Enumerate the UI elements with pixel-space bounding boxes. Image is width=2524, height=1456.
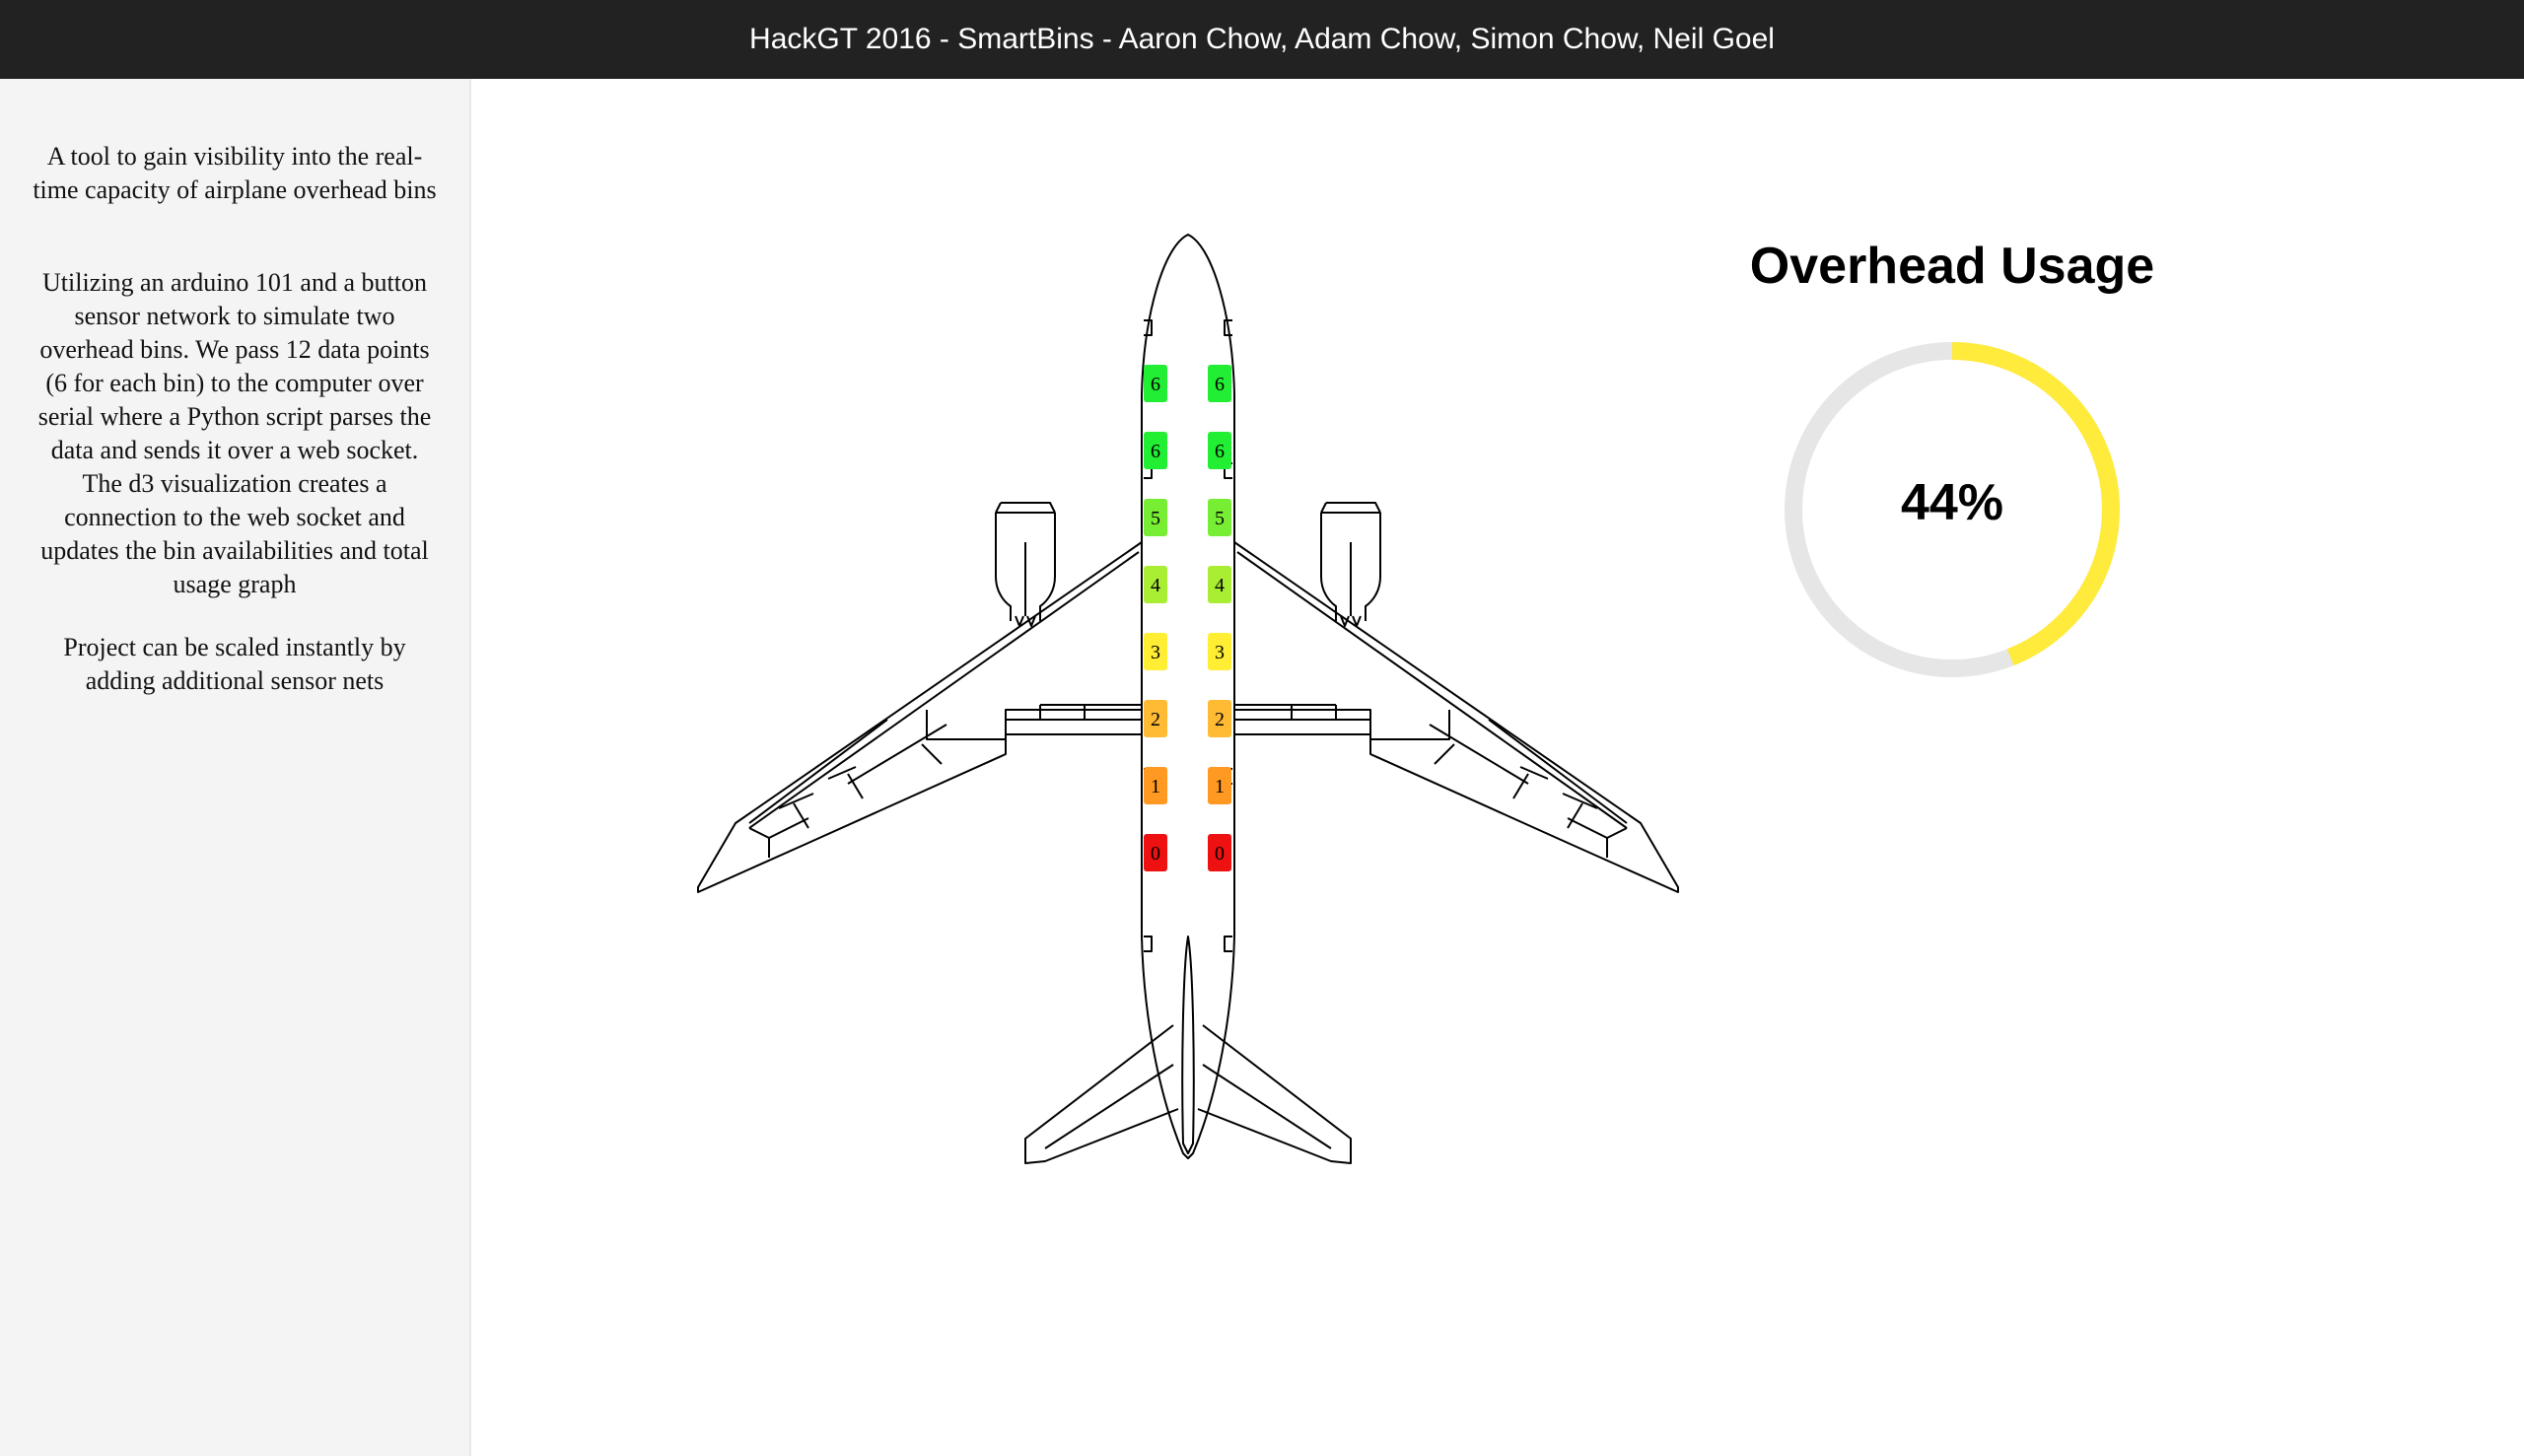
usage-title: Overhead Usage [1749, 238, 2155, 295]
app-header: HackGT 2016 - SmartBins - Aaron Chow, Ad… [0, 0, 2524, 79]
left-bin-value: 1 [1151, 776, 1160, 797]
right-overhead-bin: 6 6 5 4 3 2 1 0 [1208, 365, 1231, 871]
right-stabilizer [1197, 1024, 1352, 1164]
left-bin-value: 2 [1151, 709, 1160, 730]
sidebar-details: Utilizing an arduino 101 and a button se… [37, 268, 432, 598]
left-engine [995, 502, 1056, 621]
sidebar-description: A tool to gain visibility into the real-… [33, 142, 437, 204]
left-stabilizer [1024, 1024, 1179, 1164]
right-engine [1320, 502, 1381, 621]
airplane-outline: 6 6 5 4 3 2 1 0 6 6 5 4 3 2 1 0 [697, 234, 1679, 1164]
right-bin-value: 6 [1215, 374, 1225, 395]
right-bin-value: 1 [1215, 776, 1225, 797]
left-bin-value: 6 [1151, 441, 1160, 462]
sidebar-scaling-note: Project can be scaled instantly by addin… [63, 633, 406, 695]
right-bin-value: 4 [1215, 575, 1225, 596]
right-bin-value: 6 [1215, 441, 1225, 462]
left-overhead-bin: 6 6 5 4 3 2 1 0 [1144, 365, 1167, 871]
left-bin-value: 4 [1151, 575, 1160, 596]
right-bin-value: 5 [1215, 508, 1225, 529]
left-wing [697, 541, 1143, 893]
sidebar: A tool to gain visibility into the real-… [0, 79, 471, 1456]
left-bin-value: 3 [1151, 642, 1160, 663]
right-bin-value: 2 [1215, 709, 1225, 730]
left-bin-value: 6 [1151, 374, 1160, 395]
right-bin-value: 0 [1215, 843, 1225, 865]
left-bin-value: 5 [1151, 508, 1160, 529]
left-bin-value: 0 [1151, 843, 1160, 865]
right-bin-value: 3 [1215, 642, 1225, 663]
tail-fin [1181, 936, 1195, 1154]
header-title: HackGT 2016 - SmartBins - Aaron Chow, Ad… [749, 23, 1775, 55]
right-wing [1233, 541, 1679, 893]
airplane-diagram: 6 6 5 4 3 2 1 0 6 6 5 4 3 2 1 0 [690, 227, 1686, 1173]
usage-percent: 44% [1900, 474, 2004, 531]
